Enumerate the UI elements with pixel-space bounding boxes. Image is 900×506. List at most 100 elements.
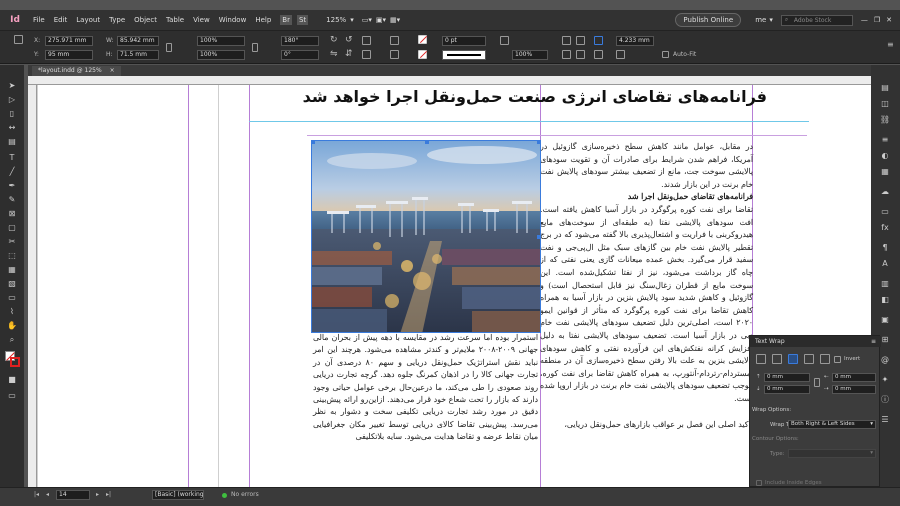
scripts-panel-icon[interactable]: ✦	[879, 375, 891, 384]
rectangle-frame-tool-icon[interactable]: ⊠	[6, 209, 18, 219]
cc-libraries-icon[interactable]: ☁	[879, 187, 891, 196]
menu-edit[interactable]: Edit	[54, 16, 68, 24]
gap-tool-icon[interactable]: ↔	[6, 123, 18, 133]
menu-type[interactable]: Type	[109, 16, 125, 24]
x-position-field[interactable]: 275.971 mm	[45, 36, 93, 46]
text-column-right[interactable]: در مقابل، عوامل مانند کاهش سطح ذخیره‌ساز…	[540, 141, 753, 432]
text-wrap-shape-icon[interactable]	[594, 36, 603, 45]
content-collector-icon[interactable]: ▤	[6, 137, 18, 147]
effects-panel-icon[interactable]: fx	[879, 223, 891, 232]
bottom-offset-field[interactable]: 0 mm	[764, 385, 810, 394]
gradient-feather-tool-icon[interactable]: ▧	[6, 279, 18, 289]
stroke-type-selector[interactable]	[442, 50, 486, 60]
publish-online-button[interactable]: Publish Online	[675, 13, 742, 27]
text-wrap-none-icon[interactable]	[562, 36, 571, 45]
preflight-status[interactable]: No errors	[231, 491, 259, 498]
color-panel-icon[interactable]: ◐	[879, 151, 891, 160]
type-tool-icon[interactable]: T	[6, 153, 18, 163]
scale-x-field[interactable]: 100%	[197, 36, 245, 46]
next-page-icon[interactable]: ▸	[96, 491, 99, 498]
bridge-button[interactable]: Br	[280, 15, 292, 25]
jump-next-column-icon[interactable]	[820, 354, 830, 364]
select-container-icon[interactable]	[362, 36, 371, 45]
rectangle-tool-icon[interactable]: ▢	[6, 223, 18, 233]
first-page-icon[interactable]: |◂	[34, 491, 39, 498]
opacity-field[interactable]: 100%	[512, 50, 548, 60]
text-column-left[interactable]: استمرار بوده اما سرعت رشد در مقایسه با د…	[313, 332, 538, 444]
master-page-select[interactable]: [Basic] (working)	[152, 490, 204, 500]
view-options-icon[interactable]: ▭▾	[362, 16, 372, 24]
glyphs-panel-icon[interactable]: @	[879, 355, 891, 364]
constrain-proportions-icon[interactable]	[166, 43, 172, 52]
chevron-down-icon[interactable]: ▾	[350, 16, 354, 24]
menu-object[interactable]: Object	[134, 16, 157, 24]
gap-field[interactable]: 4.233 mm	[616, 36, 654, 46]
pathfinder-icon[interactable]: ◧	[879, 295, 891, 304]
layers-panel-icon[interactable]: ◫	[879, 99, 891, 108]
effects-icon[interactable]	[500, 36, 509, 45]
selection-handle[interactable]	[312, 141, 315, 144]
direct-selection-tool-icon[interactable]: ▷	[6, 95, 18, 105]
selection-tool-icon[interactable]: ➤	[6, 81, 18, 91]
select-next-icon[interactable]	[390, 50, 399, 59]
contour-type-select[interactable]: ▾	[788, 449, 876, 458]
scale-y-field[interactable]: 100%	[197, 50, 245, 60]
paragraph-styles-icon[interactable]: ¶	[879, 243, 891, 252]
fill-swatch[interactable]	[418, 35, 428, 44]
document-canvas[interactable]: فرانامه‌های تقاضای انرژی صنعت حمل‌ونقل ا…	[37, 85, 871, 487]
previous-page-icon[interactable]: ◂	[46, 491, 49, 498]
center-content-icon[interactable]	[616, 50, 625, 59]
panel-menu-icon[interactable]: ≡	[887, 40, 894, 49]
menu-help[interactable]: Help	[255, 16, 271, 24]
panel-menu-icon[interactable]: ≡	[871, 336, 876, 347]
gradient-panel-icon[interactable]: ▭	[879, 207, 891, 216]
screen-mode-icon[interactable]: ▣▾	[376, 16, 386, 24]
shear-field[interactable]: 0°	[281, 50, 319, 60]
wrap-object-shape-icon[interactable]	[788, 354, 798, 364]
fitting-icon[interactable]	[562, 50, 571, 59]
include-inside-edges-checkbox[interactable]	[756, 480, 762, 486]
hand-tool-icon[interactable]: ✋	[6, 321, 18, 331]
link-offsets-icon[interactable]	[814, 378, 820, 387]
text-wrap-panel-header[interactable]: Text Wrap ≡	[750, 336, 881, 347]
minimize-button[interactable]: —	[861, 16, 868, 24]
apply-color-icon[interactable]: ■	[6, 375, 18, 385]
view-mode-icon[interactable]: ▭	[6, 391, 18, 401]
stock-search-input[interactable]: ⌕ Adobe Stock	[780, 14, 853, 26]
menu-table[interactable]: Table	[166, 16, 184, 24]
stroke-panel-icon[interactable]: ≡	[879, 135, 891, 144]
character-styles-icon[interactable]: A	[879, 259, 891, 268]
rotate-cw-icon[interactable]: ↻	[330, 35, 338, 45]
selection-handle[interactable]	[537, 235, 540, 239]
jump-object-icon[interactable]	[804, 354, 814, 364]
document-tab[interactable]: *layout.indd @ 125% ×	[32, 66, 121, 76]
zoom-tool-icon[interactable]: ⌕	[6, 335, 18, 345]
wrap-to-select[interactable]: Both Right & Left Sides ▾	[788, 420, 876, 429]
page-tool-icon[interactable]: ▯	[6, 109, 18, 119]
height-field[interactable]: 71.5 mm	[117, 50, 159, 60]
eyedropper-tool-icon[interactable]: ⌇	[6, 307, 18, 317]
maximize-button[interactable]: ❐	[874, 16, 880, 24]
flip-horizontal-icon[interactable]: ⇋	[330, 49, 338, 59]
no-wrap-icon[interactable]	[756, 354, 766, 364]
close-button[interactable]: ✕	[886, 16, 892, 24]
wrap-bounding-box-icon[interactable]	[772, 354, 782, 364]
autofit-checkbox[interactable]	[662, 51, 669, 58]
stock-button[interactable]: St	[296, 15, 309, 25]
text-wrap-panel-icon[interactable]: ▣	[879, 315, 891, 324]
swatches-panel-icon[interactable]: ▦	[879, 167, 891, 176]
fit-frame-icon[interactable]	[594, 50, 603, 59]
page-number-field[interactable]: 14	[56, 490, 90, 500]
width-field[interactable]: 85.942 mm	[117, 36, 159, 46]
rotation-field[interactable]: 180°	[281, 36, 319, 46]
placed-image-frame[interactable]	[311, 140, 541, 333]
align-panel-icon[interactable]: ▥	[879, 279, 891, 288]
reference-point-icon[interactable]	[14, 35, 23, 44]
pages-panel-icon[interactable]: ▤	[879, 83, 891, 92]
story-panel-icon[interactable]: ☰	[879, 415, 891, 424]
vertical-ruler[interactable]	[28, 85, 37, 487]
right-offset-field[interactable]: 0 mm	[832, 385, 876, 394]
links-panel-icon[interactable]: ⛓	[879, 115, 891, 124]
chevron-down-icon[interactable]: ▾	[769, 16, 773, 24]
rotate-ccw-icon[interactable]: ↺	[345, 35, 353, 45]
